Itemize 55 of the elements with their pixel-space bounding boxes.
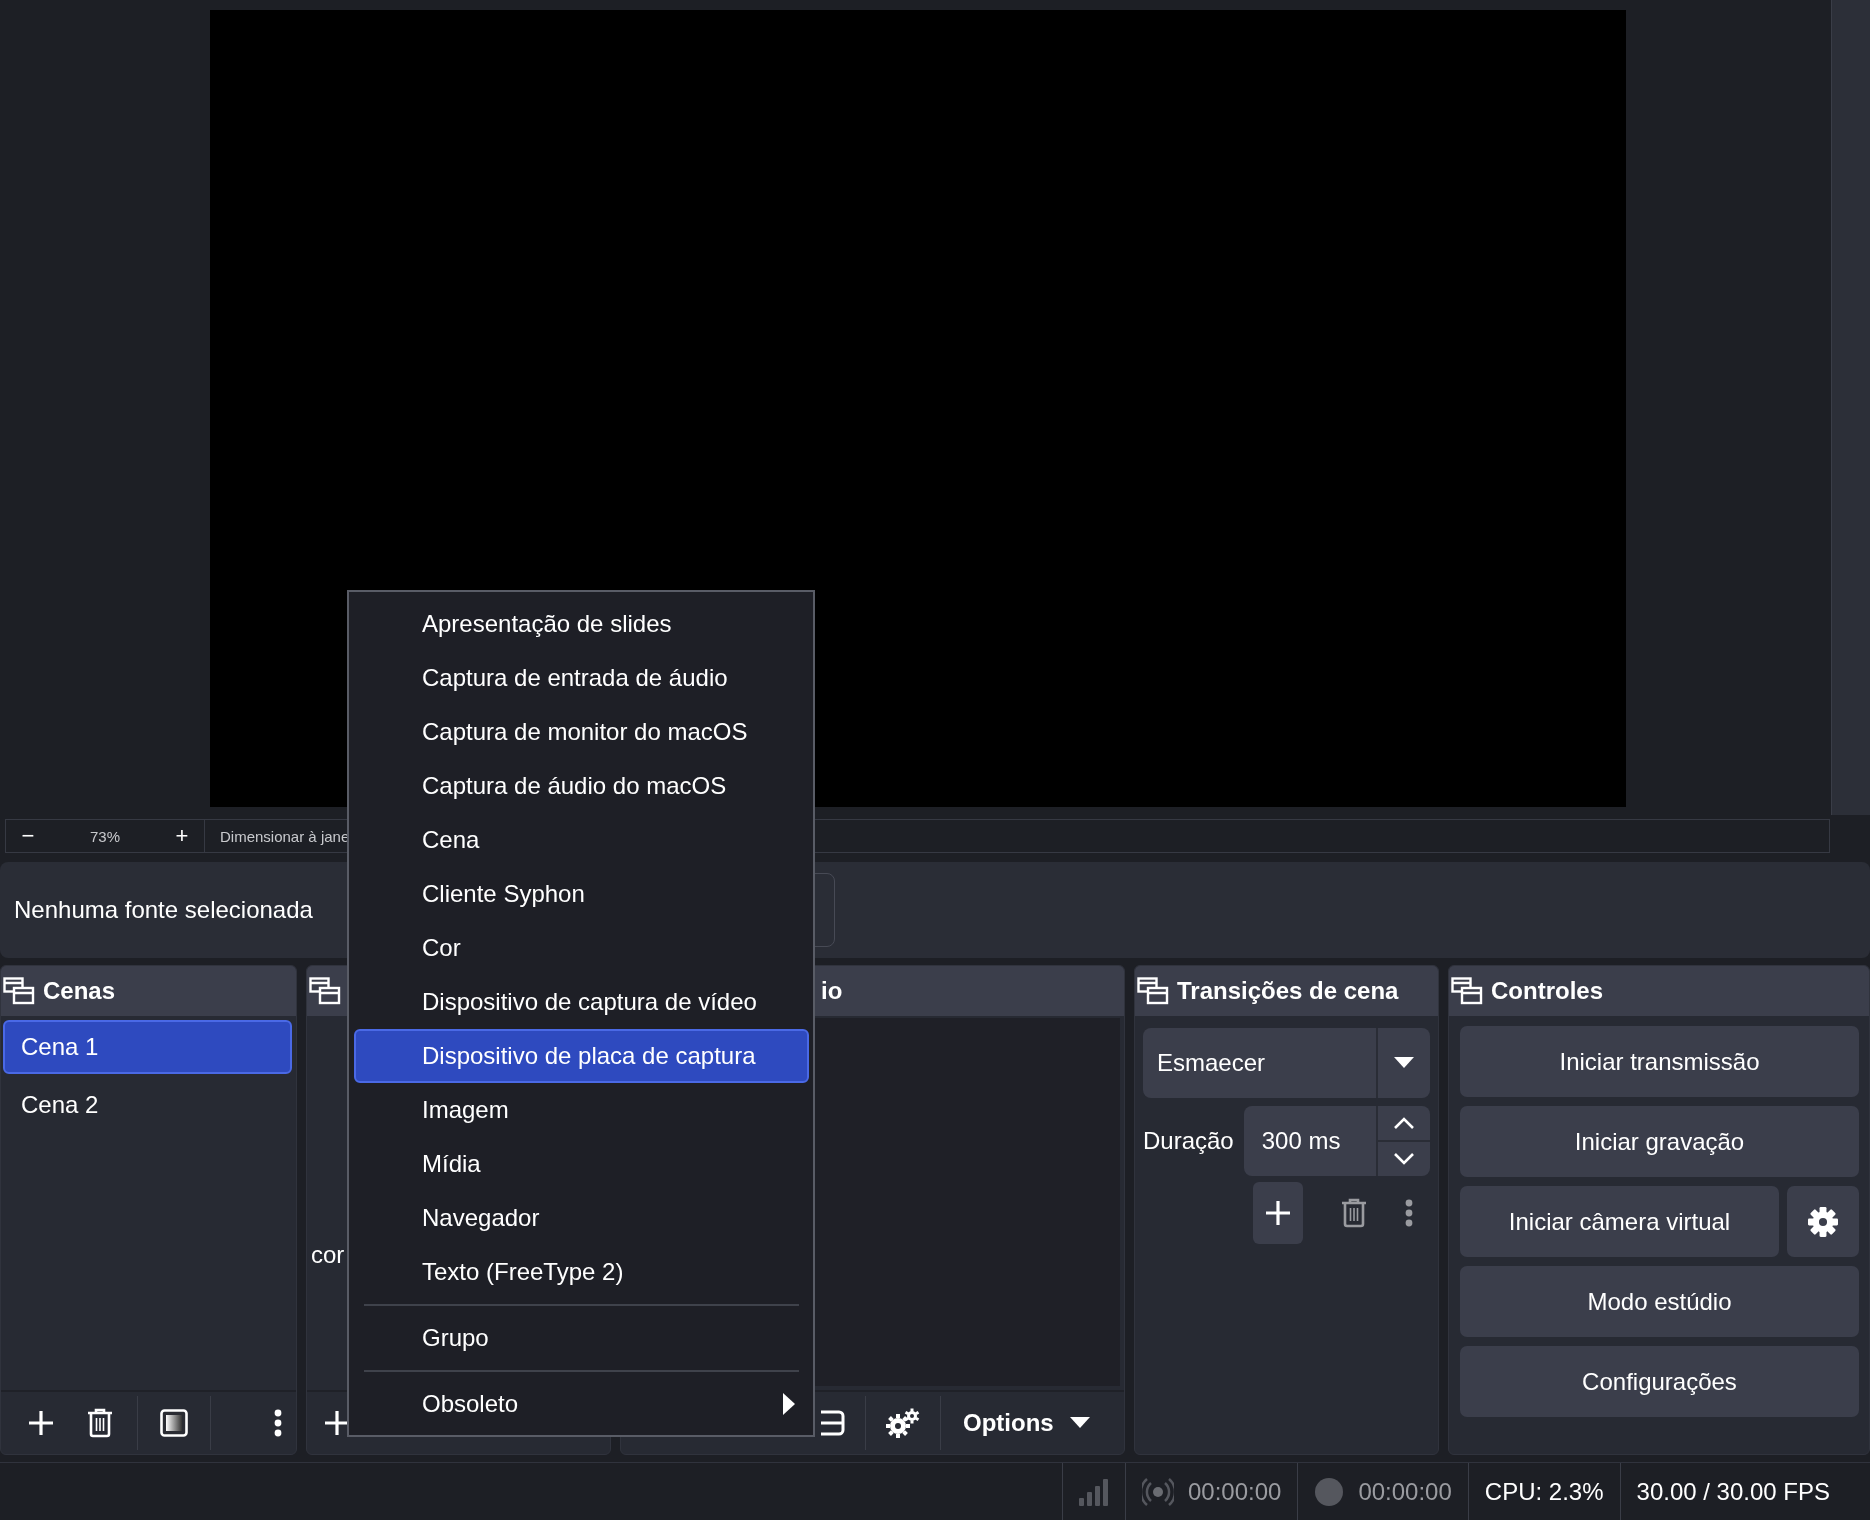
transition-dropdown[interactable]: Esmaecer [1143,1028,1430,1098]
menu-item[interactable]: Apresentação de slides [354,597,809,651]
add-icon[interactable] [27,1409,55,1437]
menu-item[interactable]: Imagem [354,1083,809,1137]
menu-item[interactable]: Cena [354,813,809,867]
gears-icon[interactable] [886,1408,920,1438]
menu-item[interactable]: Grupo [354,1311,809,1365]
control-button[interactable]: Iniciar gravação [1460,1106,1859,1177]
scene-item[interactable]: Cena 1 [3,1020,292,1074]
menu-item[interactable]: Navegador [354,1191,809,1245]
menu-item[interactable]: Cliente Syphon [354,867,809,921]
control-button[interactable]: Iniciar câmera virtual [1460,1186,1779,1257]
control-button[interactable]: Iniciar transmissão [1460,1026,1859,1097]
panel-title: Controles [1491,977,1603,1005]
menu-item[interactable]: Cor [354,921,809,975]
signal-bars-icon [1078,1478,1109,1506]
broadcast-icon [1141,1478,1174,1506]
panel-title: io [821,977,843,1005]
trash-icon[interactable] [87,1408,113,1438]
submenu-item[interactable]: Obsoleto [354,1377,809,1431]
add-button[interactable] [1253,1182,1303,1244]
cpu-usage: CPU: 2.3% [1484,1478,1604,1506]
layout-icon[interactable] [821,1410,845,1436]
caret-icon [1394,1057,1414,1069]
record-icon [1314,1477,1345,1507]
submenu-arrow-icon [783,1393,795,1415]
control-button[interactable]: Modo estúdio [1460,1266,1859,1337]
more-icon[interactable] [274,1409,282,1437]
filter-icon[interactable] [160,1409,188,1437]
panel-title: Cenas [43,977,116,1005]
record-timer: 00:00:00 [1358,1478,1452,1506]
duration-field[interactable]: 300 ms [1243,1106,1430,1176]
menu-item[interactable]: Mídia [354,1137,809,1191]
zoom-out-button[interactable]: − [6,823,50,849]
caret-icon [1069,1417,1090,1429]
control-button[interactable]: Configurações [1460,1346,1859,1417]
options-button[interactable]: Options [941,1392,1110,1454]
menu-item[interactable]: Dispositivo de captura de vídeo [354,975,809,1029]
panel-title: Transições de cena [1177,977,1399,1005]
menu-item[interactable]: Texto (FreeType 2) [354,1245,809,1299]
menu-item[interactable]: Captura de monitor do macOS [354,705,809,759]
duration-label: Duração [1143,1127,1234,1155]
settings-button[interactable] [1787,1186,1859,1257]
add-icon[interactable] [1264,1199,1292,1227]
menu-item[interactable]: Dispositivo de placa de captura [354,1029,809,1083]
zoom-in-button[interactable]: + [160,823,204,849]
menu-item[interactable]: Captura de áudio do macOS [354,759,809,813]
fps-counter: 30.00 / 30.00 FPS [1636,1478,1830,1506]
settings-icon[interactable] [1808,1206,1838,1237]
scrollbar[interactable] [1831,0,1870,815]
stream-timer: 00:00:00 [1187,1478,1282,1506]
zoom-level: 73% [89,827,121,845]
menu-item[interactable]: Captura de entrada de áudio [354,651,809,705]
scene-item[interactable]: Cena 2 [3,1078,292,1132]
empty-hint-text: cor [311,1241,345,1269]
